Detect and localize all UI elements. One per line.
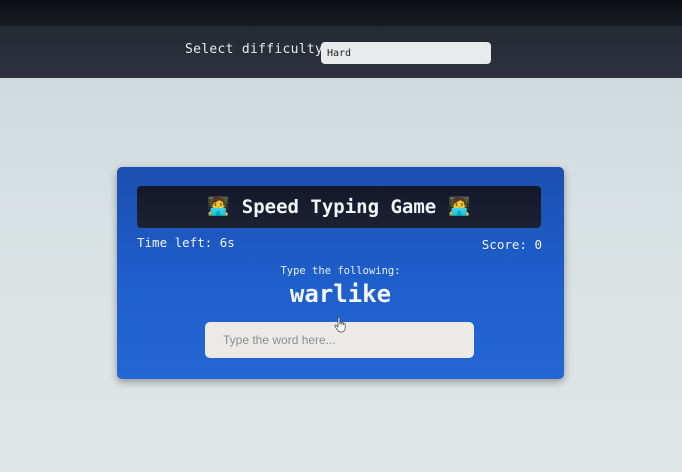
- prompt-label: Type the following:: [280, 265, 401, 277]
- hand-pointer-icon: [334, 317, 346, 333]
- game-title: Speed Typing Game: [241, 196, 437, 218]
- difficulty-select[interactable]: Hard: [321, 42, 491, 64]
- difficulty-selected-value: Hard: [327, 47, 352, 59]
- game-card: 🧑‍💻 Speed Typing Game 🧑‍💻 Time left: 6s …: [117, 167, 564, 379]
- technologist-icon: 🧑‍💻: [448, 196, 471, 217]
- time-left: Time left: 6s: [137, 235, 235, 250]
- score: Score: 0: [481, 237, 542, 252]
- game-title-bar: 🧑‍💻 Speed Typing Game 🧑‍💻: [137, 186, 541, 228]
- target-word: warlike: [289, 280, 392, 308]
- difficulty-label: Select difficulty: [185, 42, 324, 57]
- technologist-icon: 🧑‍💻: [207, 196, 230, 217]
- settings-bar: Select difficulty Hard: [0, 26, 682, 78]
